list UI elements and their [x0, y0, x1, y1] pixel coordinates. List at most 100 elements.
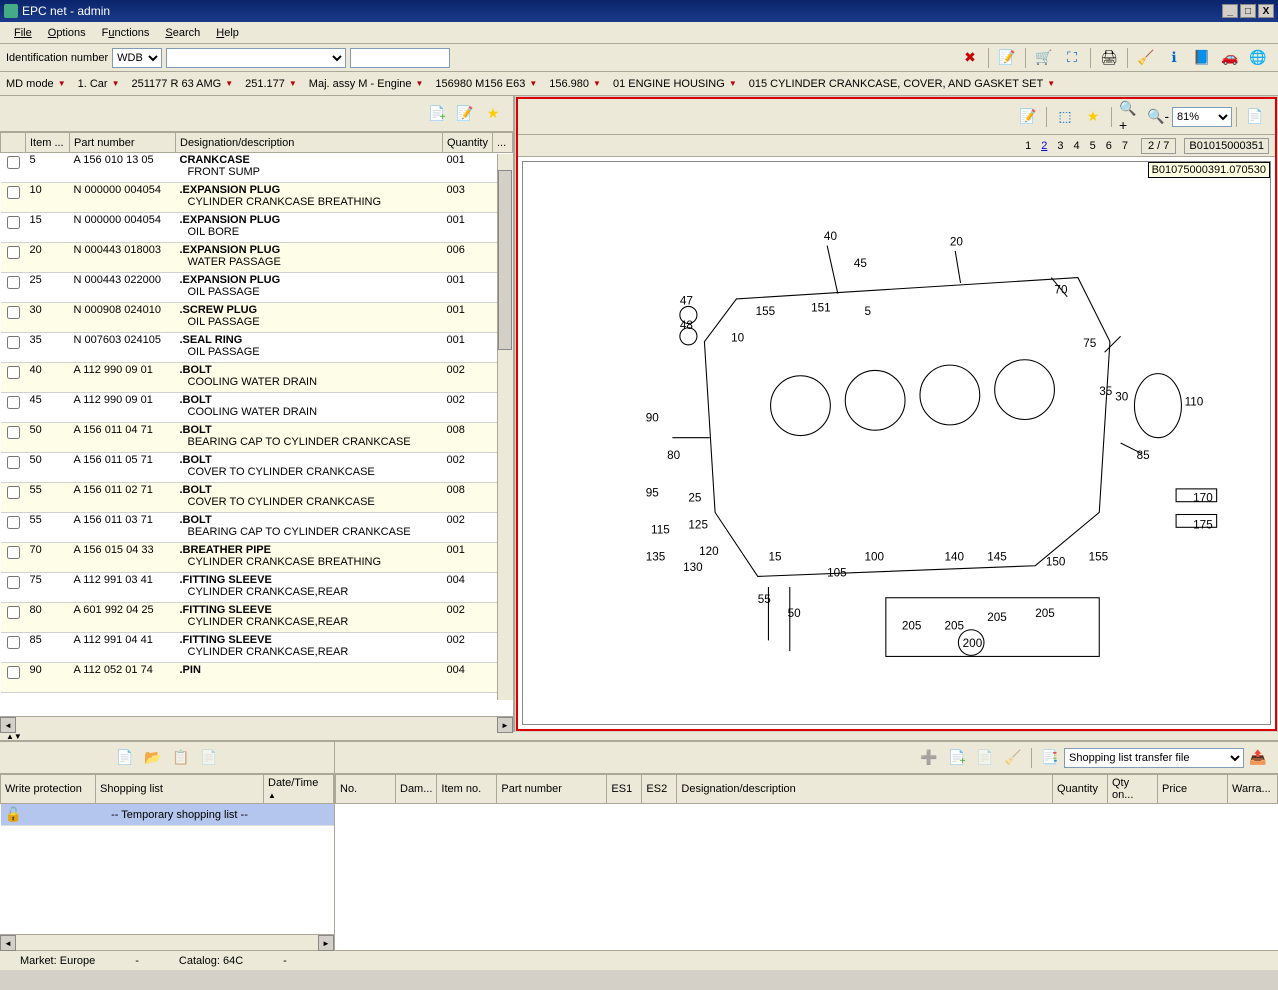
table-row[interactable]: 40A 112 990 09 01.BOLTCOOLING WATER DRAI…: [1, 363, 513, 393]
table-row[interactable]: 85A 112 991 04 41.FITTING SLEEVECYLINDER…: [1, 633, 513, 663]
transfer-icon[interactable]: 📑: [1038, 746, 1062, 770]
zoom-in-icon[interactable]: 🔍+: [1118, 105, 1142, 129]
page-5[interactable]: 5: [1085, 140, 1101, 152]
id-value-select[interactable]: [166, 48, 346, 68]
id-input[interactable]: [350, 48, 450, 68]
book-icon[interactable]: 📘: [1190, 46, 1214, 70]
table-row[interactable]: 15N 000000 004054.EXPANSION PLUGOIL BORE…: [1, 213, 513, 243]
row-checkbox[interactable]: [7, 426, 20, 439]
row-checkbox[interactable]: [7, 246, 20, 259]
col-es2[interactable]: ES2: [642, 775, 677, 804]
page-7[interactable]: 7: [1117, 140, 1133, 152]
col-no[interactable]: No.: [336, 775, 396, 804]
erase-icon[interactable]: 🧹: [1134, 46, 1158, 70]
col-warra[interactable]: Warra...: [1228, 775, 1278, 804]
table-row[interactable]: 30N 000908 024010.SCREW PLUGOIL PASSAGE0…: [1, 303, 513, 333]
col-price[interactable]: Price: [1158, 775, 1228, 804]
maximize-button[interactable]: □: [1240, 4, 1256, 18]
col-dt[interactable]: Date/Time ▲: [264, 775, 334, 804]
table-row[interactable]: 50A 156 011 05 71.BOLTCOVER TO CYLINDER …: [1, 453, 513, 483]
row-checkbox[interactable]: [7, 396, 20, 409]
col-itemno[interactable]: Item no.: [437, 775, 497, 804]
menu-functions[interactable]: Functions: [94, 25, 158, 41]
zoom-select[interactable]: 81%: [1172, 107, 1232, 127]
horizontal-scrollbar[interactable]: ◄►: [0, 716, 513, 732]
row-checkbox[interactable]: [7, 276, 20, 289]
new-doc-icon[interactable]: 📄: [113, 746, 137, 770]
open-folder-icon[interactable]: 📂: [141, 746, 165, 770]
row-checkbox[interactable]: [7, 516, 20, 529]
page-6[interactable]: 6: [1101, 140, 1117, 152]
menu-search[interactable]: Search: [157, 25, 208, 41]
col-check[interactable]: [1, 133, 26, 153]
select-icon[interactable]: ⬚: [1053, 105, 1077, 129]
breadcrumb-modelnum[interactable]: 251.177▼: [245, 78, 297, 90]
col-qtyon[interactable]: Qty on...: [1108, 775, 1158, 804]
breadcrumb-assy[interactable]: Maj. assy M - Engine▼: [309, 78, 424, 90]
close-button[interactable]: X: [1258, 4, 1274, 18]
row-checkbox[interactable]: [7, 186, 20, 199]
edit-doc-icon[interactable]: 📝: [453, 102, 477, 126]
page-icon[interactable]: 📄: [1243, 105, 1267, 129]
table-row[interactable]: 55A 156 011 02 71.BOLTCOVER TO CYLINDER …: [1, 483, 513, 513]
cart-icon[interactable]: 🛒: [1032, 46, 1056, 70]
add-doc-green-icon[interactable]: 📄+: [945, 746, 969, 770]
col-desig2[interactable]: Designation/description: [677, 775, 1053, 804]
minimize-button[interactable]: _: [1222, 4, 1238, 18]
table-row[interactable]: 50A 156 011 04 71.BOLTBEARING CAP TO CYL…: [1, 423, 513, 453]
edit-icon[interactable]: 📝: [995, 46, 1019, 70]
table-row[interactable]: 75A 112 991 03 41.FITTING SLEEVECYLINDER…: [1, 573, 513, 603]
row-checkbox[interactable]: [7, 216, 20, 229]
row-checkbox[interactable]: [7, 666, 20, 679]
col-es1[interactable]: ES1: [607, 775, 642, 804]
star-icon[interactable]: ★: [1081, 105, 1105, 129]
row-checkbox[interactable]: [7, 456, 20, 469]
table-row[interactable]: 80A 601 992 04 25.FITTING SLEEVECYLINDER…: [1, 603, 513, 633]
row-checkbox[interactable]: [7, 606, 20, 619]
menu-help[interactable]: Help: [208, 25, 247, 41]
print-icon[interactable]: 🖨: [1097, 46, 1121, 70]
breadcrumb-mode[interactable]: MD mode▼: [6, 78, 66, 90]
star-icon[interactable]: ★: [481, 102, 505, 126]
col-part[interactable]: Part number: [70, 133, 176, 153]
row-checkbox[interactable]: [7, 336, 20, 349]
col-list[interactable]: Shopping list: [96, 775, 264, 804]
zoom-out-icon[interactable]: 🔍-: [1146, 105, 1170, 129]
collapse-handle[interactable]: ▲▼: [0, 732, 1278, 740]
breadcrumb-car[interactable]: 1. Car▼: [78, 78, 120, 90]
table-row[interactable]: 10N 000000 004054.EXPANSION PLUGCYLINDER…: [1, 183, 513, 213]
col-qty2[interactable]: Quantity: [1053, 775, 1108, 804]
diagram-canvas[interactable]: B01075000391.070530: [522, 161, 1271, 725]
row-checkbox[interactable]: [7, 366, 20, 379]
col-dam[interactable]: Dam...: [396, 775, 437, 804]
menu-options[interactable]: Options: [40, 25, 94, 41]
col-more[interactable]: ...: [493, 133, 513, 153]
menu-file[interactable]: File: [6, 25, 40, 41]
car-icon[interactable]: 🚗: [1218, 46, 1242, 70]
table-row[interactable]: 20N 000443 018003.EXPANSION PLUGWATER PA…: [1, 243, 513, 273]
row-checkbox[interactable]: [7, 576, 20, 589]
breadcrumb-group[interactable]: 01 ENGINE HOUSING▼: [613, 78, 737, 90]
breadcrumb-subgroup[interactable]: 015 CYLINDER CRANKCASE, COVER, AND GASKE…: [749, 78, 1055, 90]
fullscreen-icon[interactable]: ⛶: [1060, 46, 1084, 70]
transfer-select[interactable]: Shopping list transfer file: [1064, 748, 1244, 768]
info-icon[interactable]: ℹ: [1162, 46, 1186, 70]
col-qty[interactable]: Quantity: [443, 133, 493, 153]
shop-list-row[interactable]: 🔓 -- Temporary shopping list --: [1, 804, 334, 826]
page-4[interactable]: 4: [1068, 140, 1084, 152]
table-row[interactable]: 5A 156 010 13 05CRANKCASEFRONT SUMP001: [1, 153, 513, 183]
table-row[interactable]: 45A 112 990 09 01.BOLTCOOLING WATER DRAI…: [1, 393, 513, 423]
row-checkbox[interactable]: [7, 306, 20, 319]
col-partnum[interactable]: Part number: [497, 775, 607, 804]
row-checkbox[interactable]: [7, 156, 20, 169]
page-2[interactable]: 2: [1036, 140, 1052, 152]
table-row[interactable]: 25N 000443 022000.EXPANSION PLUGOIL PASS…: [1, 273, 513, 303]
globe-icon[interactable]: 🌐: [1246, 46, 1270, 70]
add-doc-icon[interactable]: 📄+: [425, 102, 449, 126]
breadcrumb-engine[interactable]: 156980 M156 E63▼: [435, 78, 537, 90]
table-row[interactable]: 90A 112 052 01 74.PIN004: [1, 663, 513, 693]
edit-diagram-icon[interactable]: 📝: [1016, 105, 1040, 129]
row-checkbox[interactable]: [7, 486, 20, 499]
table-row[interactable]: 70A 156 015 04 33.BREATHER PIPECYLINDER …: [1, 543, 513, 573]
shop-left-hscroll[interactable]: ◄►: [0, 934, 334, 950]
